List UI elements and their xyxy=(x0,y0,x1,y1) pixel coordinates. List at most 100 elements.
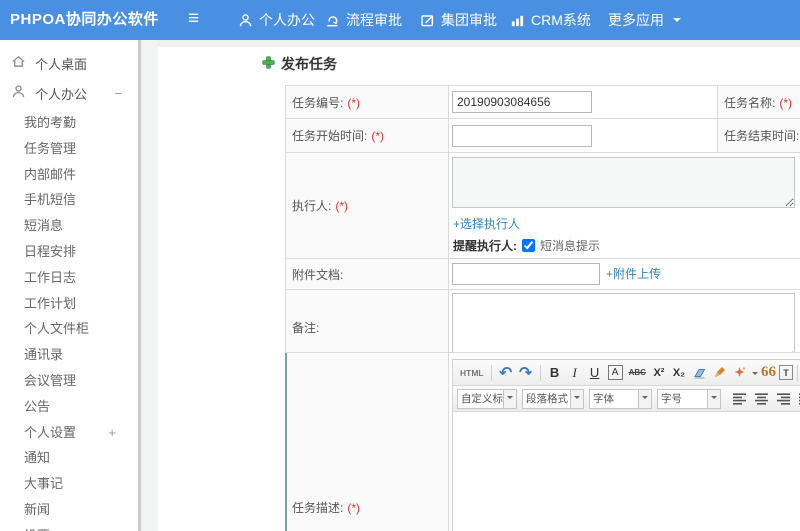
sidebar-item-work-plan[interactable]: 工作计划 xyxy=(0,291,138,317)
sidebar-item-announcement[interactable]: 公告 xyxy=(0,394,138,420)
paragraph-format-select[interactable]: 段落格式 xyxy=(522,388,584,409)
sidebar-item-label: 公告 xyxy=(24,398,51,414)
italic-button[interactable]: I xyxy=(566,363,584,383)
start-time-input[interactable] xyxy=(452,124,592,147)
nav-label: CRM系统 xyxy=(531,12,591,28)
sidebar-item-internal-mail[interactable]: 内部邮件 xyxy=(0,162,138,188)
sms-remind-checkbox[interactable] xyxy=(522,239,535,252)
nav-group-approval[interactable]: 集团审批 xyxy=(420,0,497,40)
task-form-table: 任务编号:(*) 任务名称:(*) 任务开始时间:(*) 任务结束时间:(*) … xyxy=(285,85,800,365)
task-no-input[interactable] xyxy=(452,91,592,113)
editor-content-area[interactable] xyxy=(453,412,800,531)
sidebar-item-short-message[interactable]: 短消息 xyxy=(0,213,138,239)
sidebar-item-meeting-management[interactable]: 会议管理 xyxy=(0,368,138,394)
sidebar-item-work-log[interactable]: 工作日志 xyxy=(0,265,138,291)
redo-icon[interactable]: ↷ xyxy=(517,363,535,383)
task-no-label: 任务编号: (*) xyxy=(285,85,449,119)
remind-executor-label: 提醒执行人: xyxy=(453,239,517,253)
underline-button[interactable]: U xyxy=(586,363,604,383)
superscript-button[interactable]: X² xyxy=(650,363,668,383)
nav-more-apps[interactable]: 更多应用 xyxy=(608,0,681,40)
sidebar: 个人桌面 个人办公 − 我的考勤 任务管理 内部邮件 手机短信 短消息 日程安排… xyxy=(0,40,138,531)
sidebar-item-label: 短消息 xyxy=(24,218,64,234)
sidebar-item-schedule[interactable]: 日程安排 xyxy=(0,239,138,265)
subscript-button[interactable]: X₂ xyxy=(670,363,688,383)
home-icon xyxy=(11,54,26,72)
executor-textarea[interactable] xyxy=(452,157,795,208)
description-table: 任务描述: (*) HTML ↶ ↷ B I U A ABC X² X₂ 66 … xyxy=(285,352,800,531)
nav-personal-office[interactable]: 个人办公 xyxy=(238,0,315,40)
sidebar-item-label: 工作计划 xyxy=(24,295,77,311)
sidebar-item-contacts[interactable]: 通讯录 xyxy=(0,342,138,368)
sms-remind-option-label: 短消息提示 xyxy=(540,239,601,253)
strikethrough-button[interactable]: ABC xyxy=(627,363,648,383)
sidebar-item-label: 通知 xyxy=(24,450,51,466)
custom-title-select[interactable]: 自定义标题 xyxy=(457,388,517,409)
description-label: 任务描述: (*) xyxy=(285,352,449,531)
hamburger-menu-icon[interactable]: ≡ xyxy=(188,0,199,40)
required-mark: (*) xyxy=(335,199,349,213)
expand-plus-icon[interactable]: + xyxy=(108,420,116,446)
sidebar-item-mobile-sms[interactable]: 手机短信 xyxy=(0,187,138,213)
executor-label: 执行人: (*) xyxy=(285,152,449,259)
bold-button[interactable]: B xyxy=(546,363,564,383)
caret-down-icon xyxy=(751,371,758,378)
sidebar-item-personal-files[interactable]: 个人文件柜 xyxy=(0,316,138,342)
sidebar-submenu: 我的考勤 任务管理 内部邮件 手机短信 短消息 日程安排 工作日志 工作计划 个… xyxy=(0,110,138,531)
sidebar-item-label: 投票 xyxy=(24,523,50,531)
sidebar-item-news[interactable]: 新闻 xyxy=(0,497,138,523)
sidebar-item-label: 任务管理 xyxy=(24,140,77,156)
sidebar-item-personal-desktop[interactable]: 个人桌面 xyxy=(0,48,138,78)
plus-icon xyxy=(262,56,275,72)
sidebar-item-personal-settings[interactable]: 个人设置 + xyxy=(0,420,138,446)
caret-down-icon xyxy=(638,389,651,408)
eraser-icon[interactable] xyxy=(690,363,709,383)
editor-toolbar-row2: 自定义标题 段落格式 字体 字号 xyxy=(453,386,800,412)
sidebar-item-personal-office[interactable]: 个人办公 − xyxy=(0,78,138,108)
sidebar-item-label: 个人设置 xyxy=(24,424,77,440)
sidebar-item-label: 个人文件柜 xyxy=(24,321,90,337)
collapse-minus-icon[interactable]: − xyxy=(114,86,122,101)
blockquote-button[interactable]: 66 xyxy=(759,363,778,383)
sidebar-item-label: 个人桌面 xyxy=(35,56,88,72)
toolbar-separator xyxy=(539,364,541,381)
remark-textarea[interactable] xyxy=(452,293,795,361)
sidebar-item-task-management[interactable]: 任务管理 xyxy=(0,136,138,162)
rich-text-editor: HTML ↶ ↷ B I U A ABC X² X₂ 66 T 自定义标 段落格… xyxy=(452,359,800,531)
sidebar-item-label: 工作日志 xyxy=(24,269,77,285)
sidebar-item-vote[interactable]: 投票 xyxy=(0,523,138,531)
auto-typeset-icon[interactable] xyxy=(731,363,749,383)
format-brush-icon[interactable] xyxy=(711,363,729,383)
align-right-icon[interactable] xyxy=(776,392,791,405)
font-family-select[interactable]: 字体 xyxy=(589,388,652,409)
align-left-icon[interactable] xyxy=(732,392,747,405)
page-title-text: 发布任务 xyxy=(281,56,337,72)
sidebar-item-memorabilia[interactable]: 大事记 xyxy=(0,471,138,497)
caret-down-icon xyxy=(570,389,583,408)
group-approval-icon xyxy=(420,13,435,28)
caret-down-icon xyxy=(707,389,720,408)
nav-label: 流程审批 xyxy=(346,12,402,28)
paste-as-text-button[interactable]: T xyxy=(778,365,793,380)
sidebar-item-label: 内部邮件 xyxy=(24,166,77,182)
toolbar-separator xyxy=(490,364,492,381)
font-size-select[interactable]: 字号 xyxy=(657,388,721,409)
sidebar-item-label: 通讯录 xyxy=(24,347,64,363)
user-icon xyxy=(11,84,26,102)
sidebar-item-notification[interactable]: 通知 xyxy=(0,445,138,471)
border-text-button[interactable]: A xyxy=(607,365,623,380)
sidebar-item-my-attendance[interactable]: 我的考勤 xyxy=(0,110,138,136)
nav-label: 更多应用 xyxy=(608,12,664,28)
process-approval-icon xyxy=(325,13,340,28)
select-executor-link[interactable]: +选择执行人 xyxy=(453,217,520,231)
sidebar-item-label: 我的考勤 xyxy=(24,115,77,130)
html-source-button[interactable]: HTML xyxy=(458,363,486,383)
attachment-input[interactable] xyxy=(452,263,600,285)
nav-process-approval[interactable]: 流程审批 xyxy=(325,0,402,40)
page-title: 发布任务 xyxy=(262,54,337,74)
attachment-upload-link[interactable]: +附件上传 xyxy=(606,267,661,281)
nav-crm-system[interactable]: CRM系统 xyxy=(510,0,591,40)
task-name-label: 任务名称: (*) xyxy=(717,85,800,119)
align-center-icon[interactable] xyxy=(754,392,769,405)
undo-icon[interactable]: ↶ xyxy=(497,363,515,383)
